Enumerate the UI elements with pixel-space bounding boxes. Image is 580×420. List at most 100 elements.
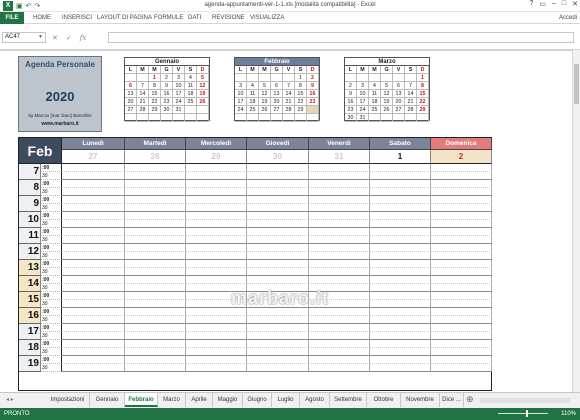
time-slot[interactable] [247, 276, 309, 284]
time-slot[interactable] [247, 340, 309, 348]
time-slot[interactable] [309, 356, 370, 364]
time-slot[interactable] [247, 172, 309, 180]
sheet-tab[interactable]: Marzo [158, 393, 186, 407]
time-slot[interactable] [62, 324, 125, 332]
tab-home[interactable]: HOME [33, 12, 51, 24]
time-slot[interactable] [370, 284, 431, 292]
time-slot[interactable] [247, 268, 309, 276]
time-slot[interactable] [247, 236, 309, 244]
time-slot[interactable] [62, 364, 125, 372]
time-slot[interactable] [431, 228, 492, 236]
time-slot[interactable] [309, 188, 370, 196]
time-slot[interactable] [247, 220, 309, 228]
scrollbar-thumb[interactable] [574, 64, 579, 104]
time-slot[interactable] [62, 172, 125, 180]
time-slot[interactable] [125, 276, 186, 284]
time-slot[interactable] [370, 244, 431, 252]
time-slot[interactable] [309, 252, 370, 260]
time-slot[interactable] [62, 308, 125, 316]
sheet-tab[interactable]: Ottobre [367, 393, 401, 407]
sheet-tab[interactable]: Maggio [213, 393, 243, 407]
time-slot[interactable] [186, 348, 247, 356]
time-slot[interactable] [125, 340, 186, 348]
time-slot[interactable] [62, 196, 125, 204]
time-slot[interactable] [125, 204, 186, 212]
time-slot[interactable] [431, 324, 492, 332]
time-slot[interactable] [62, 228, 125, 236]
time-slot[interactable] [370, 180, 431, 188]
cancel-icon[interactable]: ✕ [52, 34, 58, 42]
time-slot[interactable] [247, 260, 309, 268]
time-slot[interactable] [431, 260, 492, 268]
time-slot[interactable] [62, 204, 125, 212]
time-slot[interactable] [125, 260, 186, 268]
time-slot[interactable] [125, 348, 186, 356]
time-slot[interactable] [370, 204, 431, 212]
time-slot[interactable] [62, 332, 125, 340]
time-slot[interactable] [309, 316, 370, 324]
sheet-tab[interactable]: Impostazioni [46, 393, 90, 407]
time-slot[interactable] [125, 220, 186, 228]
time-slot[interactable] [247, 244, 309, 252]
time-slot[interactable] [247, 196, 309, 204]
enter-icon[interactable]: ✓ [66, 34, 72, 42]
time-slot[interactable] [62, 292, 125, 300]
time-slot[interactable] [62, 340, 125, 348]
time-slot[interactable] [186, 180, 247, 188]
tab-layout[interactable]: LAYOUT DI PAGINA [97, 12, 152, 24]
time-slot[interactable] [370, 220, 431, 228]
zoom-slider-knob[interactable] [526, 410, 528, 417]
time-slot[interactable] [186, 188, 247, 196]
time-slot[interactable] [309, 340, 370, 348]
time-slot[interactable] [370, 340, 431, 348]
time-slot[interactable] [370, 260, 431, 268]
sheet-tab[interactable]: Aprile [186, 393, 213, 407]
time-slot[interactable] [309, 164, 370, 172]
time-slot[interactable] [309, 276, 370, 284]
sheet-tab[interactable]: Agosto [300, 393, 330, 407]
horizontal-scrollbar[interactable] [480, 398, 570, 403]
time-slot[interactable] [247, 348, 309, 356]
time-slot[interactable] [125, 316, 186, 324]
zoom-level[interactable]: 110% [561, 408, 576, 420]
time-slot[interactable] [62, 236, 125, 244]
time-slot[interactable] [431, 340, 492, 348]
ribbon-display-icon[interactable]: ▭ [539, 0, 546, 8]
time-slot[interactable] [309, 268, 370, 276]
time-slot[interactable] [309, 204, 370, 212]
time-slot[interactable] [309, 260, 370, 268]
tab-dati[interactable]: DATI [188, 12, 201, 24]
time-slot[interactable] [186, 332, 247, 340]
time-slot[interactable] [370, 316, 431, 324]
time-slot[interactable] [309, 220, 370, 228]
time-slot[interactable] [431, 180, 492, 188]
function-icon[interactable]: fx [80, 34, 87, 42]
time-slot[interactable] [431, 364, 492, 372]
time-slot[interactable] [62, 356, 125, 364]
time-slot[interactable] [309, 212, 370, 220]
time-slot[interactable] [431, 268, 492, 276]
formula-input[interactable] [108, 32, 574, 43]
time-slot[interactable] [62, 268, 125, 276]
sign-in-link[interactable]: Accedi [559, 12, 577, 24]
time-slot[interactable] [431, 308, 492, 316]
time-slot[interactable] [125, 172, 186, 180]
time-slot[interactable] [370, 196, 431, 204]
time-slot[interactable] [431, 356, 492, 364]
help-icon[interactable]: ? [529, 0, 533, 8]
time-slot[interactable] [125, 300, 186, 308]
time-slot[interactable] [247, 204, 309, 212]
time-slot[interactable] [431, 236, 492, 244]
time-slot[interactable] [62, 284, 125, 292]
time-slot[interactable] [309, 348, 370, 356]
time-slot[interactable] [125, 292, 186, 300]
time-slot[interactable] [370, 212, 431, 220]
time-slot[interactable] [370, 332, 431, 340]
time-slot[interactable] [62, 300, 125, 308]
time-slot[interactable] [125, 356, 186, 364]
time-slot[interactable] [125, 332, 186, 340]
sheet-tab[interactable]: Luglio [272, 393, 300, 407]
time-slot[interactable] [309, 172, 370, 180]
time-slot[interactable] [186, 204, 247, 212]
time-slot[interactable] [370, 364, 431, 372]
